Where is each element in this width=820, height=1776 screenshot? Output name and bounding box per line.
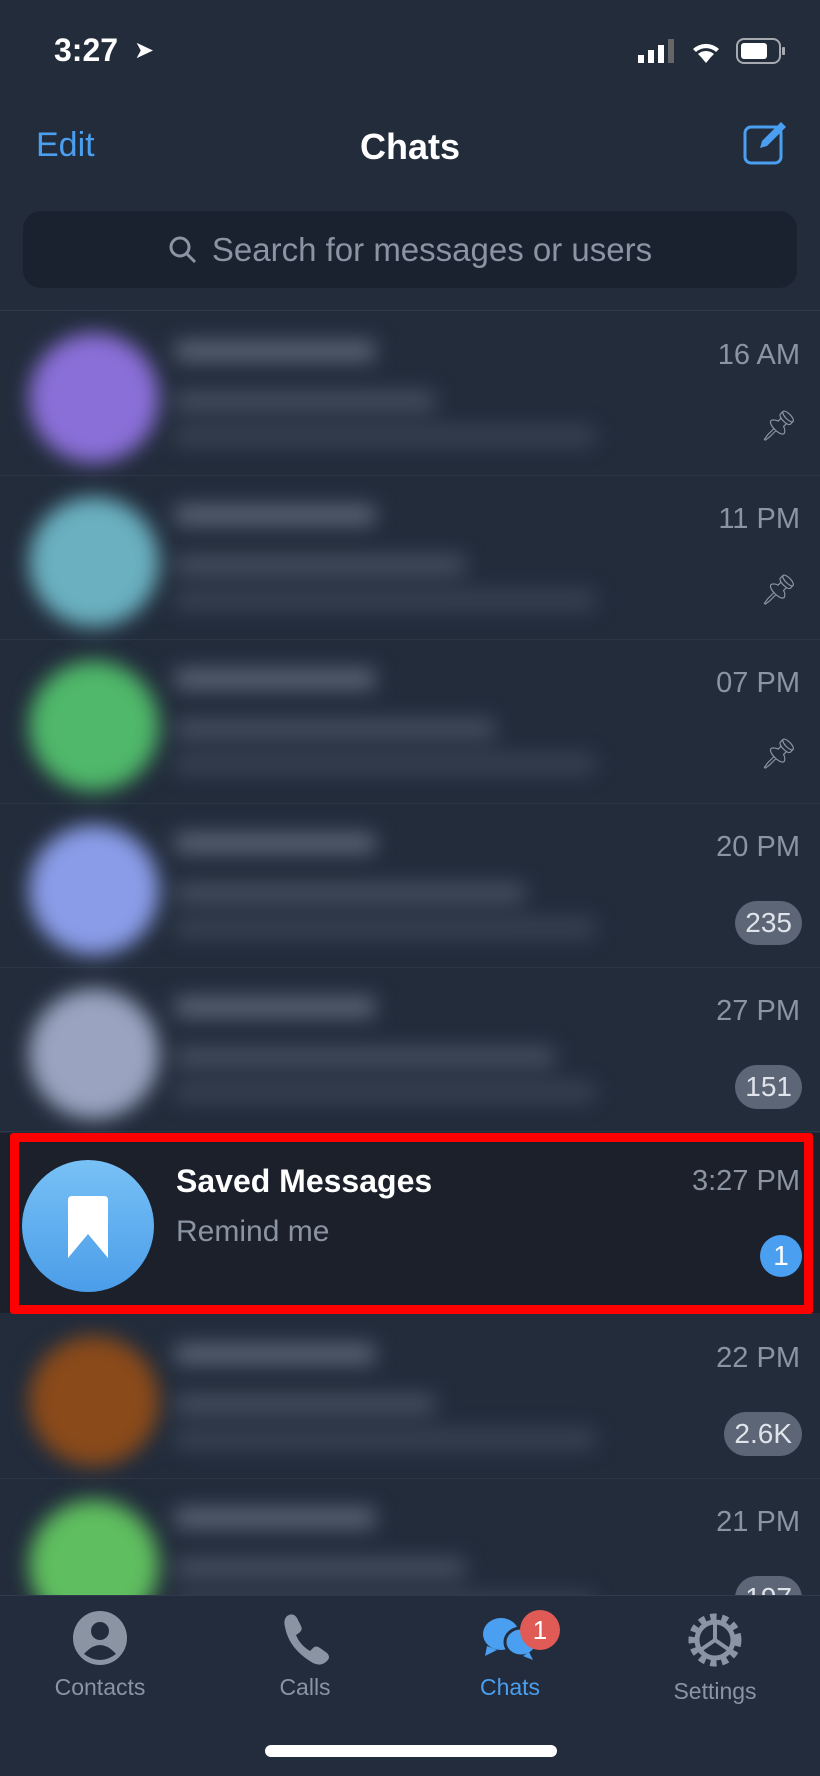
tab-label: Chats (479, 1674, 541, 1700)
signal-icon (638, 39, 674, 63)
search-icon (169, 236, 196, 263)
chat-name: Saved Messages (176, 1163, 433, 1199)
tab-chats[interactable]: Chats 1 (420, 1610, 600, 1701)
chat-row[interactable]: 22 PM 2.6K (0, 1314, 820, 1479)
home-indicator[interactable] (265, 1745, 557, 1757)
battery-icon (736, 38, 785, 64)
avatar (22, 1160, 154, 1292)
tab-label: Calls (279, 1674, 331, 1700)
chat-time: 11 PM (718, 503, 800, 535)
wifi-icon (693, 43, 719, 63)
blurred-content (25, 475, 720, 639)
avatar (29, 661, 159, 791)
tab-settings[interactable]: Settings (625, 1610, 805, 1705)
tab-contacts[interactable]: Contacts (10, 1610, 190, 1701)
gear-icon (688, 1613, 742, 1667)
tab-label: Settings (673, 1678, 757, 1704)
chat-row[interactable]: 07 PM 📌︎ (0, 639, 820, 804)
chat-row[interactable]: 20 PM 235 (0, 803, 820, 968)
search-placeholder: Search for messages or users (211, 230, 653, 268)
blurred-content (25, 1314, 720, 1478)
tab-calls[interactable]: Calls (215, 1610, 395, 1701)
chat-time: 07 PM (716, 667, 800, 699)
unread-badge: 2.6K (724, 1412, 802, 1456)
unread-badge: 151 (735, 1065, 802, 1109)
phone-icon (284, 1614, 329, 1665)
chat-row-saved-messages[interactable]: Saved Messages Remind me 3:27 PM 1 (0, 1133, 820, 1313)
chat-time: 3:27 PM (692, 1165, 800, 1197)
blurred-content (25, 967, 720, 1131)
chat-time: 27 PM (716, 995, 800, 1027)
avatar (29, 989, 159, 1119)
pin-icon: 📌︎ (759, 574, 798, 607)
avatar (29, 825, 159, 955)
chat-time: 16 AM (717, 339, 800, 371)
compose-icon[interactable] (742, 120, 788, 166)
pin-icon: 📌︎ (759, 738, 798, 771)
chat-time: 21 PM (716, 1506, 800, 1538)
bookmark-icon (68, 1196, 108, 1258)
chat-row[interactable]: 16 AM 📌︎ (0, 311, 820, 476)
blurred-content (25, 803, 720, 967)
status-bar: 3:27 ➤ (0, 0, 820, 100)
avatar (29, 333, 159, 463)
chat-preview: Remind me (176, 1215, 330, 1248)
pin-icon: 📌︎ (759, 410, 798, 443)
tab-label: Contacts (54, 1674, 146, 1700)
blurred-content (25, 639, 720, 803)
chat-time: 20 PM (716, 831, 800, 863)
blurred-content (25, 311, 720, 475)
chat-time: 22 PM (716, 1342, 800, 1374)
contacts-icon (73, 1611, 127, 1665)
page-title: Chats (359, 126, 461, 167)
chats-unread-badge: 1 (520, 1610, 560, 1650)
unread-badge: 1 (760, 1235, 802, 1277)
chat-row[interactable]: 11 PM 📌︎ (0, 475, 820, 640)
unread-badge: 235 (735, 901, 802, 945)
avatar (29, 1336, 159, 1466)
clock: 3:27 (54, 32, 119, 68)
search-input[interactable]: Search for messages or users (23, 211, 797, 288)
location-icon: ➤ (134, 37, 155, 64)
chat-row[interactable]: 27 PM 151 (0, 967, 820, 1132)
nav-header: Edit Chats (0, 118, 820, 172)
avatar (29, 497, 159, 627)
